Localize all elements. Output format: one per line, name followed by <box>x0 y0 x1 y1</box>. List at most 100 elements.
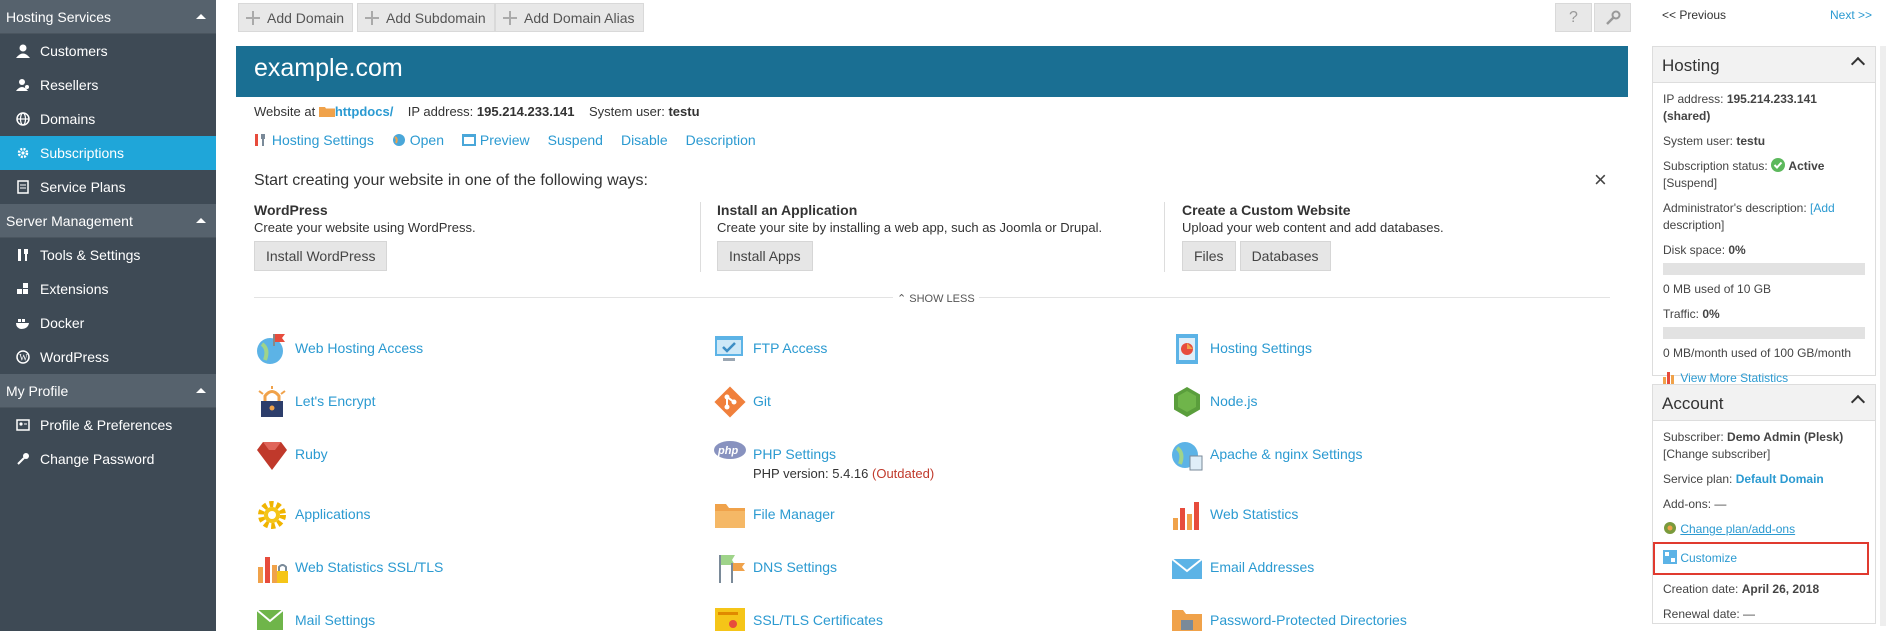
help-icon: ? <box>1569 8 1578 26</box>
option-title: Install an Application <box>717 202 858 218</box>
tool-php-settings[interactable]: php PHP Settings PHP version: 5.4.16 (Ou… <box>713 438 934 481</box>
tool-email-addresses[interactable]: Email Addresses <box>1170 551 1314 585</box>
website-info-line: Website at httpdocs/ IP address: 195.214… <box>254 104 700 119</box>
profile-card-icon <box>14 416 32 434</box>
hosting-settings-icon <box>1176 334 1198 364</box>
docroot-link[interactable]: httpdocs/ <box>335 104 394 119</box>
tool-label: Web Statistics SSL/TLS <box>295 559 444 575</box>
settings-wrench-button[interactable] <box>1594 3 1631 32</box>
value: 0% <box>1728 243 1746 257</box>
tool-web-statistics[interactable]: Web Statistics <box>1170 498 1298 532</box>
tool-hosting-settings[interactable]: Hosting Settings <box>1170 332 1312 366</box>
nodejs-icon <box>1174 387 1200 417</box>
tool-label: Applications <box>295 506 371 522</box>
databases-button[interactable]: Databases <box>1239 241 1331 271</box>
sidebar-item-tools-settings[interactable]: Tools & Settings <box>0 238 216 272</box>
customize-link[interactable]: Customize <box>1653 542 1869 575</box>
sidebar-item-docker[interactable]: Docker <box>0 306 216 340</box>
sidebar-item-customers[interactable]: Customers <box>0 34 216 68</box>
sidebar-item-domains[interactable]: Domains <box>0 102 216 136</box>
install-wordpress-button[interactable]: Install WordPress <box>254 241 388 271</box>
link-label: Change plan/add-ons <box>1680 522 1796 536</box>
sidebar-item-subscriptions[interactable]: Subscriptions <box>0 136 216 170</box>
sidebar-item-profile-preferences[interactable]: Profile & Preferences <box>0 408 216 442</box>
tool-apache-nginx[interactable]: Apache & nginx Settings <box>1170 438 1363 472</box>
ruby-icon <box>257 442 287 470</box>
hosting-settings-link[interactable]: Hosting Settings <box>254 132 374 148</box>
divider <box>1164 202 1165 272</box>
action-label: Hosting Settings <box>271 132 374 148</box>
files-button[interactable]: Files <box>1182 241 1236 271</box>
sidebar-item-resellers[interactable]: Resellers <box>0 68 216 102</box>
show-less-toggle[interactable]: ⌃ SHOW LESS <box>893 292 979 305</box>
collapse-chevron-icon[interactable] <box>1850 56 1866 72</box>
nav-section-my-profile[interactable]: My Profile <box>0 374 216 408</box>
label: Service plan: <box>1663 472 1733 486</box>
label: Disk space: <box>1663 243 1726 257</box>
apache-nginx-icon <box>1172 442 1203 471</box>
sidebar-item-label: Extensions <box>40 281 109 297</box>
tool-ssl-certificates[interactable]: SSL/TLS Certificates <box>713 604 883 631</box>
tool-git[interactable]: Git <box>713 385 771 419</box>
add-description-link-cont[interactable]: description] <box>1653 217 1875 234</box>
change-subscriber-link[interactable]: [Change subscriber] <box>1653 446 1875 463</box>
add-description-link[interactable]: [Add <box>1810 201 1835 215</box>
help-button[interactable]: ? <box>1555 3 1592 32</box>
tool-dns-settings[interactable]: DNS Settings <box>713 551 837 585</box>
tool-label: DNS Settings <box>753 559 838 575</box>
account-panel-header[interactable]: Account <box>1653 385 1875 421</box>
subscription-status: Subscription status: Active <box>1653 158 1875 175</box>
tool-web-statistics-ssl[interactable]: Web Statistics SSL/TLS <box>255 551 443 585</box>
add-subdomain-button[interactable]: Add Subdomain <box>357 3 495 32</box>
suspend-link[interactable]: Suspend <box>548 132 603 148</box>
user-icon <box>14 42 32 60</box>
install-apps-button[interactable]: Install Apps <box>717 241 813 271</box>
tool-lets-encrypt[interactable]: Let's Encrypt <box>255 385 376 419</box>
customize-icon <box>1663 550 1677 564</box>
nav-section-server-management[interactable]: Server Management <box>0 204 216 238</box>
plus-icon <box>245 10 261 26</box>
open-link[interactable]: Open <box>392 132 444 148</box>
sidebar-item-label: Docker <box>40 315 85 331</box>
lets-encrypt-lock-icon <box>258 386 286 417</box>
link-label: Customize <box>1680 551 1738 565</box>
tool-password-protected-dirs[interactable]: Password-Protected Directories <box>1170 604 1407 631</box>
nav-section-hosting-services[interactable]: Hosting Services <box>0 0 216 34</box>
next-link[interactable]: Next >> <box>1830 8 1872 22</box>
tool-ftp-access[interactable]: FTP Access <box>713 332 827 366</box>
tool-label: Email Addresses <box>1210 559 1315 575</box>
start-creating-heading: Start creating your website in one of th… <box>254 172 648 189</box>
tool-label: Hosting Settings <box>1210 340 1312 356</box>
sidebar-item-extensions[interactable]: Extensions <box>0 272 216 306</box>
description-link[interactable]: Description <box>686 132 756 148</box>
tool-ruby[interactable]: Ruby <box>255 438 328 472</box>
hosting-panel-header[interactable]: Hosting <box>1653 47 1875 83</box>
suspend-link[interactable]: [Suspend] <box>1653 175 1875 192</box>
sidebar-item-service-plans[interactable]: Service Plans <box>0 170 216 204</box>
service-plan-link[interactable]: Default Domain <box>1736 472 1824 486</box>
tool-applications[interactable]: Applications <box>255 498 371 532</box>
disk-used-text: 0 MB used of 10 GB <box>1663 282 1772 296</box>
change-plan-link[interactable]: Change plan/add-ons <box>1653 521 1875 538</box>
sidebar-item-wordpress[interactable]: W WordPress <box>0 340 216 374</box>
previous-link[interactable]: << Previous <box>1662 8 1726 22</box>
add-domain-button[interactable]: Add Domain <box>238 3 354 32</box>
close-icon[interactable]: × <box>1594 169 1607 191</box>
scrollbar[interactable] <box>1880 46 1886 626</box>
tool-file-manager[interactable]: File Manager <box>713 498 835 532</box>
add-domain-alias-button[interactable]: Add Domain Alias <box>495 3 644 32</box>
panel-title: Account <box>1662 394 1724 413</box>
collapse-chevron-icon[interactable] <box>1850 394 1866 410</box>
tool-mail-settings[interactable]: Mail Settings <box>255 604 375 631</box>
option-title: WordPress <box>254 202 328 218</box>
sidebar-item-change-password[interactable]: Change Password <box>0 442 216 476</box>
svg-text:W: W <box>19 353 28 363</box>
account-panel: Account Subscriber: Demo Admin (Plesk) [… <box>1652 384 1876 624</box>
preview-link[interactable]: Preview <box>461 132 530 148</box>
extensions-icon <box>14 280 32 298</box>
applications-gear-icon <box>258 501 286 529</box>
tool-nodejs[interactable]: Node.js <box>1170 385 1257 419</box>
globe-icon <box>14 110 32 128</box>
tool-web-hosting-access[interactable]: Web Hosting Access <box>255 332 423 366</box>
disable-link[interactable]: Disable <box>621 132 668 148</box>
